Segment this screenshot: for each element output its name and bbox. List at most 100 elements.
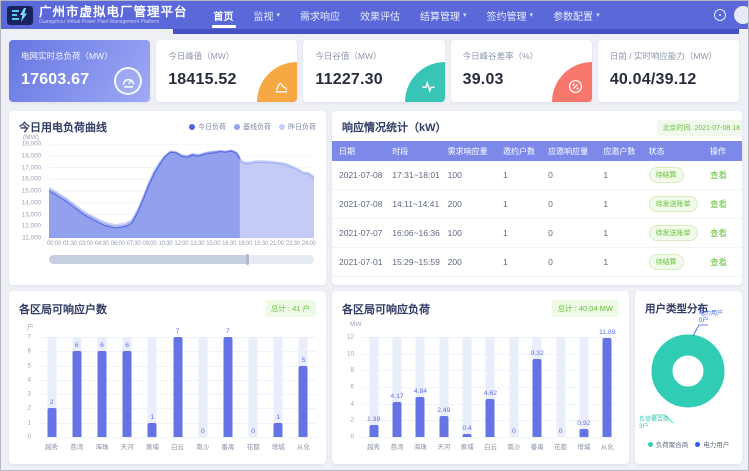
responded_amount-cell: 0 [541, 199, 596, 209]
status-badge: 待结算 [649, 167, 684, 183]
view-link[interactable]: 查看 [710, 199, 727, 209]
invited-cell: 1 [496, 170, 541, 180]
pulse-icon [405, 62, 445, 102]
responded_users-cell: 1 [596, 228, 641, 238]
column-header: 状态 [642, 146, 704, 157]
bar-track [556, 337, 565, 437]
bar [533, 359, 542, 437]
x-tick-label: 01:30 [63, 241, 77, 247]
nav-shadow-bar [173, 29, 739, 34]
column-header: 需求响应量 [441, 146, 496, 157]
category-label: 黄埔 [455, 441, 478, 451]
legend-item[interactable]: 今日负荷 [189, 122, 226, 132]
x-axis-ticks: 00:0001:3003:0004:3006:0007:3009:0010:30… [47, 241, 316, 247]
bar-value-label: 4.62 [484, 390, 497, 397]
nav-item-3[interactable]: 需求响应 [290, 1, 350, 29]
category-label: 增城 [266, 441, 291, 451]
nav-item-4[interactable]: 效果评估 [350, 1, 410, 29]
district-load-bar-plot: 1.394.174.842.490.44.6209.3200.9211.89 [362, 337, 619, 437]
bar [416, 397, 425, 437]
nav-item-5[interactable]: 结算管理▾ [410, 1, 477, 29]
legend-dot-icon [648, 442, 653, 447]
category-label: 越秀 [362, 441, 385, 451]
legend-item[interactable]: 基线负荷 [234, 122, 271, 132]
x-tick-label: 15:00 [206, 241, 220, 247]
user-type-card: 用户类型分布 电力用户 0户 负荷聚合商 3户 负荷聚合商电力用户 [635, 291, 742, 464]
y-tick-label: 19,000 [22, 141, 41, 148]
bar-value-label: 5 [302, 357, 306, 364]
bar-track [463, 337, 472, 437]
category-label: 番禺 [215, 441, 240, 451]
y-tick-label: 6 [350, 384, 354, 391]
view-link[interactable]: 查看 [710, 257, 727, 267]
responded_users-cell: 1 [596, 199, 641, 209]
households-chart-card: 各区局可响应户数 总计 : 41 户 户 76543210 2666170701… [9, 291, 326, 464]
datazoom-handle[interactable] [246, 254, 249, 265]
action-cell: 查看 [703, 227, 736, 239]
responded_amount-cell: 0 [541, 228, 596, 238]
bar-value-label: 1 [150, 414, 154, 421]
bar-track [509, 337, 518, 437]
category-label: 天河 [432, 441, 455, 451]
bar [274, 423, 283, 437]
action-cell: 查看 [703, 169, 736, 181]
y-axis-unit: 户 [27, 321, 34, 331]
datazoom-slider[interactable] [49, 255, 314, 264]
column-header: 应邀响应量 [541, 146, 596, 157]
y-tick-label: 6 [27, 348, 31, 355]
households-bar-plot: 26661707015 [39, 337, 316, 437]
y-tick-label: 14,000 [22, 199, 41, 206]
nav-item-2[interactable]: 监视▾ [244, 1, 291, 29]
bar-value-label: 0 [201, 428, 205, 435]
kpi-card-5: 日前 / 实时响应能力（MW）40.04/39.12 [598, 40, 739, 102]
bar-value-label: 6 [100, 342, 104, 349]
y-tick-label: 11,000 [22, 235, 41, 242]
bar [47, 408, 56, 437]
category-label: 海珠 [89, 441, 114, 451]
bar-slot: 9.32 [526, 337, 549, 437]
bar-slot: 6 [115, 337, 140, 437]
legend-item[interactable]: 昨日负荷 [279, 122, 316, 132]
view-link[interactable]: 查看 [710, 170, 727, 180]
legend-item[interactable]: 电力用户 [695, 439, 729, 449]
nav-item-6[interactable]: 签约管理▾ [477, 1, 544, 29]
x-tick-label: 09:00 [143, 241, 157, 247]
response-table-card: 响应情况统计（kW） 北京时间: 2021-07-08 18 日期时段需求响应量… [332, 111, 742, 285]
table-row: 2021-07-0814:11~14:41200101待发送账单查看 [332, 190, 742, 219]
bar-slot: 0 [190, 337, 215, 437]
bar-track [198, 337, 207, 437]
table-header: 日期时段需求响应量邀约户数应邀响应量应邀户数状态操作 [332, 141, 742, 161]
category-label: 黄埔 [140, 441, 165, 451]
y-tick-label: 2 [350, 417, 354, 424]
user-avatar[interactable] [734, 6, 749, 24]
legend-label: 电力用户 [703, 439, 729, 449]
y-tick-label: 13,000 [22, 211, 41, 218]
bar-value-label: 2.49 [437, 407, 450, 414]
district-load-chart-card: 各区局可响应负荷 总计 : 40.04 MW MW 121086420 1.39… [332, 291, 629, 464]
y-axis-ticks: 121086420 [332, 337, 358, 437]
legend-item[interactable]: 负荷聚合商 [648, 439, 689, 449]
kpi-label: 日前 / 实时响应能力（MW） [610, 50, 727, 62]
x-tick-label: 03:00 [79, 241, 93, 247]
households-total-badge: 总计 : 41 户 [265, 300, 316, 317]
notification-icon[interactable] [714, 9, 726, 21]
bar [97, 351, 106, 437]
bar-track [249, 337, 258, 437]
x-tick-label: 00:00 [47, 241, 61, 247]
bar-value-label: 0 [512, 428, 516, 435]
nav-item-7[interactable]: 参数配置▾ [543, 1, 610, 29]
view-link[interactable]: 查看 [710, 228, 727, 238]
demand-cell: 100 [441, 170, 496, 180]
category-label: 白云 [165, 441, 190, 451]
x-tick-label: 13:30 [190, 241, 204, 247]
nav-item-1[interactable]: 首页 [204, 1, 244, 29]
gauge-icon [114, 67, 142, 95]
action-cell: 查看 [703, 198, 736, 210]
table-body: 2021-07-0817:31~18:01100101待结算查看2021-07-… [332, 161, 742, 277]
bar-slot: 5 [291, 337, 316, 437]
kpi-row: 电网实时总负荷（MW）17603.67今日峰值（MW）18415.52今日谷值（… [9, 40, 739, 102]
y-tick-label: 3 [27, 391, 31, 398]
y-tick-label: 18,000 [22, 152, 41, 159]
chevron-down-icon: ▾ [596, 11, 600, 19]
legend-dot-icon [189, 124, 195, 130]
